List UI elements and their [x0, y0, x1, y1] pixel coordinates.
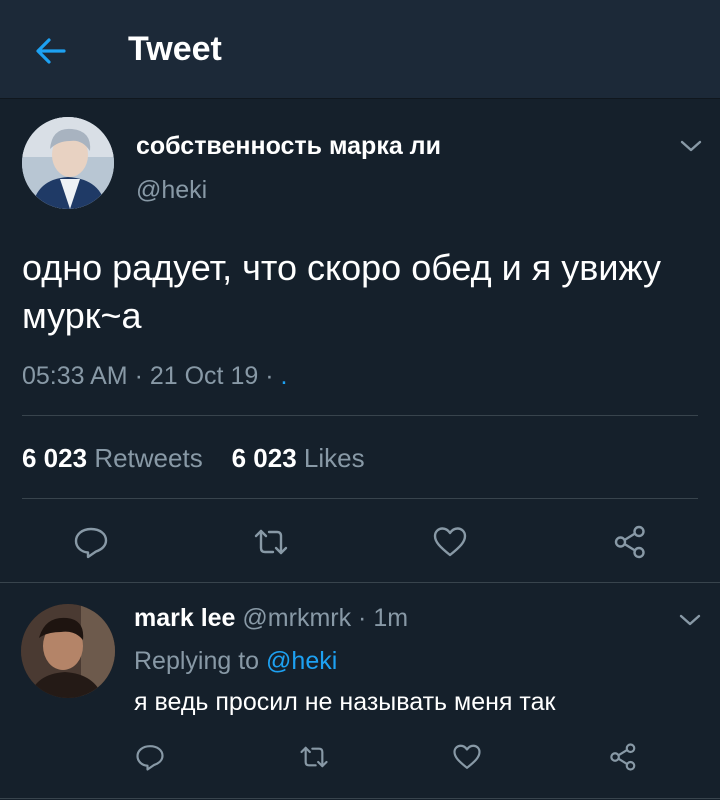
likes-label: Likes [303, 443, 365, 473]
tweet-text: одно радует, что скоро обед и я увижу му… [22, 247, 661, 336]
likes-count: 6 023 [231, 443, 297, 473]
share-icon[interactable] [612, 524, 648, 560]
arrow-left-icon[interactable] [34, 34, 68, 68]
share-icon[interactable] [608, 742, 638, 772]
reply-header: mark lee @mrkmrk · 1m [134, 604, 409, 632]
tweet-source-link[interactable]: . [280, 362, 287, 390]
tweet-time: 05:33 AM [22, 362, 128, 390]
reply-author-name[interactable]: mark lee [134, 604, 235, 632]
author-avatar[interactable] [22, 117, 114, 209]
heart-icon[interactable] [452, 742, 482, 772]
meta-separator: · [258, 362, 281, 390]
divider [22, 498, 698, 499]
reply-icon[interactable] [135, 742, 165, 772]
tweet-stats: 6 023 Retweets 6 023 Likes [22, 443, 365, 474]
chevron-down-icon[interactable] [679, 138, 703, 154]
retweets-stat[interactable]: 6 023 Retweets [22, 443, 203, 473]
author-name[interactable]: собственность марка ли [136, 132, 441, 161]
reply-age: 1m [373, 604, 409, 632]
author-handle[interactable]: @heki [136, 176, 207, 205]
reply-author-avatar[interactable] [21, 604, 115, 698]
retweet-icon[interactable] [299, 742, 329, 772]
divider [0, 798, 720, 799]
reply-icon[interactable] [73, 524, 109, 560]
top-bar: Tweet [0, 0, 720, 99]
divider [0, 582, 720, 583]
reply-text: я ведь просил не называть меня так [134, 688, 556, 716]
replying-to-line: Replying to @heki [134, 647, 337, 676]
tweet-timestamp: 05:33 AM · 21 Oct 19 · . [22, 362, 287, 391]
reply-author-handle[interactable]: @mrkmrk [242, 604, 351, 632]
likes-stat[interactable]: 6 023 Likes [232, 443, 365, 473]
retweet-icon[interactable] [253, 524, 289, 560]
meta-separator: · [127, 362, 150, 390]
replying-label: Replying to [134, 647, 260, 675]
page-title: Tweet [128, 30, 222, 68]
heart-icon[interactable] [432, 524, 468, 560]
replying-to-link[interactable]: @heki [266, 647, 337, 675]
retweets-count: 6 023 [22, 443, 88, 473]
divider [22, 415, 698, 416]
retweets-label: Retweets [94, 443, 203, 473]
tweet-date: 21 Oct 19 [149, 362, 259, 390]
chevron-down-icon[interactable] [678, 612, 702, 628]
